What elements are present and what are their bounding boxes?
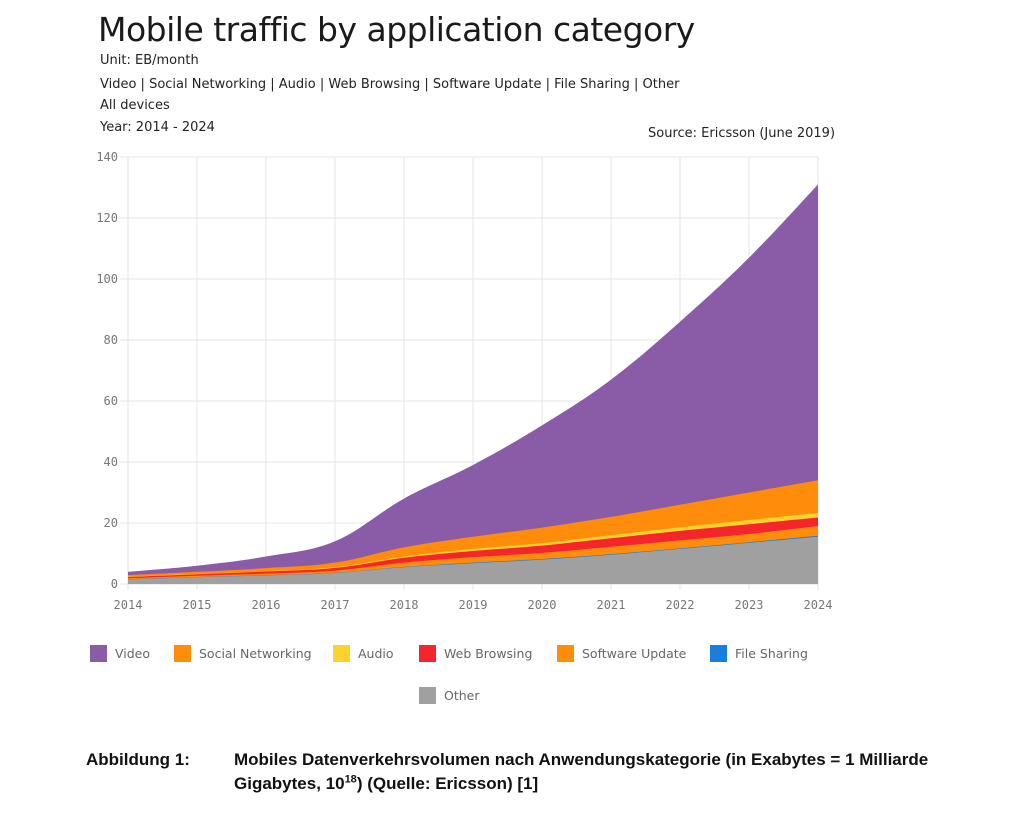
stacked-area-chart: 020406080100120140 2014 2015 2016 2017 2018 2… (96, 150, 833, 612)
caption-exponent: 18 (344, 773, 357, 786)
x-tick-label: 2015 (183, 598, 212, 612)
legend-swatch (419, 687, 436, 704)
x-tick-label: 2017 (321, 598, 350, 612)
x-tick-label: 2018 (390, 598, 419, 612)
caption-text-end: ) (Quelle: Ericsson) [1] (356, 774, 539, 793)
legend-label: Video (115, 646, 151, 661)
caption-label: Abbildung 1: (86, 750, 190, 769)
y-tick-label: 120 (96, 211, 118, 225)
legend-label: Social Networking (199, 646, 312, 661)
x-tick-label: 2023 (735, 598, 764, 612)
y-tick-label: 80 (104, 333, 118, 347)
legend-swatch (174, 645, 191, 662)
legend-item-software-update[interactable]: Software Update (557, 645, 686, 662)
legend-label: Audio (358, 646, 394, 661)
x-tick-label: 2019 (459, 598, 488, 612)
x-tick-label: 2020 (528, 598, 557, 612)
legend-label: Software Update (582, 646, 687, 661)
legend-item-social-networking[interactable]: Social Networking (174, 645, 312, 662)
legend-item-file-sharing[interactable]: File Sharing (710, 645, 808, 662)
legend-swatch (710, 645, 727, 662)
legend-label: File Sharing (735, 646, 808, 661)
legend-item-other[interactable]: Other (419, 687, 480, 704)
legend-swatch (557, 645, 574, 662)
y-axis-ticks: 0 20 40 60 80 100 120 140 (96, 150, 118, 591)
x-tick-label: 2024 (804, 598, 833, 612)
y-tick-label: 0 (111, 577, 118, 591)
x-tick-label: 2021 (597, 598, 626, 612)
caption-text-main: Mobiles Datenverkehrsvolumen nach Anwend… (234, 750, 929, 793)
x-axis-ticks: 2014 2015 2016 2017 2018 2019 2020 2021 2022 2023… (114, 598, 833, 612)
legend-item-web-browsing[interactable]: Web Browsing (419, 645, 532, 662)
caption-text: Mobiles Datenverkehrsvolumen nach Anwend… (234, 748, 994, 796)
legend-item-audio[interactable]: Audio (333, 645, 394, 662)
y-tick-label: 20 (104, 516, 118, 530)
legend-swatch (419, 645, 436, 662)
x-tick-label: 2016 (252, 598, 281, 612)
y-tick-label: 60 (104, 394, 118, 408)
x-tick-label: 2022 (666, 598, 695, 612)
legend-label: Other (444, 688, 480, 703)
y-tick-label: 100 (96, 272, 118, 286)
legend-item-video[interactable]: Video (90, 645, 150, 662)
y-tick-label: 140 (96, 150, 118, 164)
x-tick-label: 2014 (114, 598, 143, 612)
legend-swatch (90, 645, 107, 662)
legend-swatch (333, 645, 350, 662)
y-tick-label: 40 (104, 455, 118, 469)
legend-label: Web Browsing (444, 646, 533, 661)
